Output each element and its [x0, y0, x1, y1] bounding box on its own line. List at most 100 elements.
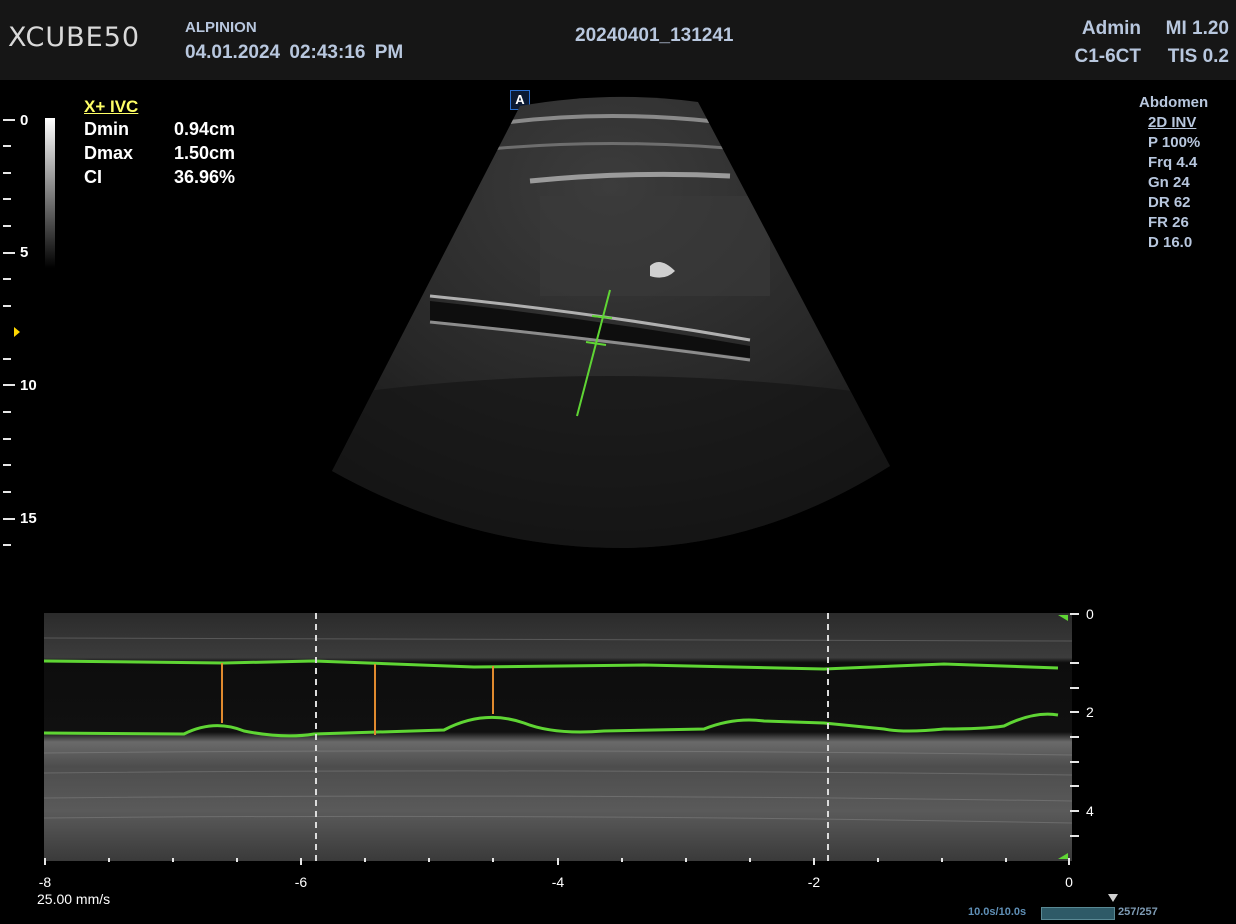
time-label: -4 [551, 874, 565, 890]
time-tick-minor [364, 858, 366, 862]
depth-tick [3, 172, 11, 174]
param-mode[interactable]: 2D INV [1148, 114, 1208, 134]
depth-label: 5 [20, 244, 29, 261]
measurement-value: 36.96% [174, 167, 236, 187]
cine-progress-bar[interactable] [1041, 907, 1115, 920]
depth-tick [3, 464, 11, 466]
time-tick-minor [236, 858, 238, 862]
depth-tick-major [3, 119, 15, 121]
measurement-row: Dmax 1.50cm [84, 143, 235, 167]
measurement-value: 0.94cm [174, 119, 236, 139]
time-tick-minor [621, 858, 623, 862]
depth-tick [3, 305, 11, 307]
time-tick-minor [877, 858, 879, 862]
mmode-echo [44, 613, 1072, 861]
depth-scale: 0 5 10 15 [0, 112, 40, 552]
time-tick [557, 858, 559, 865]
time-tick-minor [428, 858, 430, 862]
mmode-depth-tick [1070, 687, 1079, 689]
mmode-depth-tick [1070, 711, 1079, 713]
param-gain: Gn 24 [1148, 174, 1190, 191]
depth-tick [3, 278, 11, 280]
mmode-depth-label: 4 [1086, 803, 1094, 819]
time-tick-minor [685, 858, 687, 862]
depth-tick-major [3, 384, 15, 386]
grayscale-bar [45, 118, 55, 268]
measurement-value: 1.50cm [174, 143, 236, 163]
safety-indices: MI 1.20 TIS 0.2 [1166, 15, 1229, 71]
time-label: 0 [1065, 874, 1073, 890]
measurement-label: CI [84, 167, 102, 187]
time-tick [1068, 858, 1070, 865]
user-name: Admin [1081, 18, 1141, 39]
depth-tick [3, 411, 11, 413]
cine-control[interactable]: 10.0s/10.0s 257/257 [968, 894, 1236, 923]
sector-tissue [332, 96, 890, 548]
depth-tick [3, 198, 11, 200]
depth-label: 15 [20, 510, 37, 527]
time-tick [300, 858, 302, 865]
time-axis: -8 -6 -4 -2 0 [30, 858, 1100, 890]
time-label: -2 [807, 874, 821, 890]
study-id: 20240401_131241 [575, 25, 734, 46]
device-logo: XCUBE50 [8, 22, 141, 53]
param-power: P 100% [1148, 134, 1201, 151]
measurement-title: X+ IVC [84, 97, 139, 116]
mmode-depth-tick [1070, 785, 1079, 787]
cine-time: 10.0s/10.0s [968, 906, 1027, 918]
depth-tick-major [3, 518, 15, 520]
cine-frame-count: 257/257 [1118, 906, 1158, 918]
brand-name: ALPINION [185, 19, 257, 36]
depth-tick [3, 145, 11, 147]
mmode-strip[interactable] [44, 613, 1072, 861]
exam-time: 02:43:16 PM [289, 42, 404, 63]
time-tick-minor [108, 858, 110, 862]
depth-tick [3, 358, 11, 360]
mmode-depth-tick [1070, 613, 1079, 615]
cine-pointer-icon[interactable] [1108, 894, 1118, 902]
depth-tick [3, 225, 11, 227]
time-tick-minor [941, 858, 943, 862]
mmode-depth-tick [1070, 761, 1079, 763]
header-bar: XCUBE50 ALPINION 04.01.2024 02:43:16 PM … [0, 0, 1236, 80]
tis-value: TIS 0.2 [1167, 46, 1229, 67]
measurement-row: Dmin 0.94cm [84, 119, 235, 143]
mmode-depth-label: 2 [1086, 704, 1094, 720]
mmode-depth-label: 0 [1086, 606, 1094, 622]
depth-tick [3, 491, 11, 493]
imaging-parameters: Abdomen 2D INV P 100% Frq 4.4 Gn 24 DR 6… [1139, 94, 1208, 254]
depth-label: 10 [20, 377, 37, 394]
time-label: -6 [294, 874, 308, 890]
bmode-image[interactable] [330, 96, 890, 548]
time-tick [813, 858, 815, 865]
time-tick-minor [492, 858, 494, 862]
measurement-row: CI 36.96% [84, 167, 235, 191]
mmode-depth-tick [1070, 736, 1079, 738]
user-probe-info: Admin C1-6CT [1074, 15, 1141, 71]
measurement-label: Dmin [84, 119, 129, 139]
depth-tick [3, 544, 11, 546]
depth-label: 0 [20, 112, 29, 129]
focus-marker-icon[interactable] [14, 327, 20, 337]
param-dynamic-range: DR 62 [1148, 194, 1191, 211]
param-frequency: Frq 4.4 [1148, 154, 1198, 171]
exam-date: 04.01.2024 [185, 42, 281, 63]
time-label: -8 [38, 874, 52, 890]
mmode-depth-tick [1070, 810, 1079, 812]
mmode-depth-tick [1070, 662, 1079, 664]
depth-tick [3, 438, 11, 440]
time-tick-minor [172, 858, 174, 862]
time-tick-minor [1005, 858, 1007, 862]
exam-datetime: 04.01.2024 02:43:16 PM [185, 42, 403, 64]
depth-tick-major [3, 252, 15, 254]
param-frame-rate: FR 26 [1148, 214, 1189, 231]
mmode-depth-axis: 0 2 4 [1060, 606, 1120, 866]
preset-name: Abdomen [1139, 94, 1209, 111]
sweep-speed: 25.00 mm/s [37, 891, 111, 907]
param-depth: D 16.0 [1148, 234, 1193, 251]
mmode-depth-tick [1070, 835, 1079, 837]
measurement-label: Dmax [84, 143, 134, 163]
mi-value: MI 1.20 [1165, 18, 1229, 39]
time-tick [44, 858, 46, 865]
measurement-panel: X+ IVC Dmin 0.94cm Dmax 1.50cm CI 36.96% [84, 97, 235, 191]
